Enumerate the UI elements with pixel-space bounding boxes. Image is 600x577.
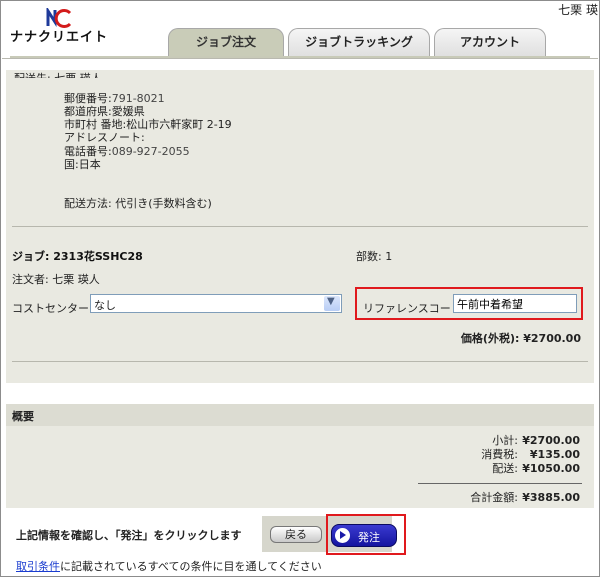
orderer-label: 注文者: (12, 273, 49, 286)
country-label: 国: (64, 158, 79, 171)
copies-label: 部数: (356, 250, 382, 263)
reference-code-label: リファレンスコード: (363, 302, 466, 315)
chevron-down-icon[interactable]: ▼ (324, 296, 340, 311)
confirm-instruction: 上記情報を確認し、「発注」をクリックします (16, 529, 242, 542)
order-button-label: 発注 (358, 531, 380, 544)
job-title-label: ジョブ: (12, 250, 50, 263)
cost-center-select[interactable]: なし ▼ (90, 294, 342, 313)
country-value: 日本 (78, 158, 101, 171)
cost-center-label: コストセンター: (12, 302, 93, 315)
terms-text: に記載されているすべての条件に目を通してください (60, 560, 322, 573)
logo-wordmark: ナナクリエイト (10, 30, 109, 45)
phone-value: 089-927-2055 (111, 145, 190, 158)
terms-notice: 取引条件に記載されているすべての条件に目を通してください (16, 558, 322, 574)
shipping-method-value: 代引き(手数料含む) (115, 197, 212, 210)
section-divider (12, 226, 588, 227)
country-row: 国:日本 (64, 156, 101, 172)
copies-value: 1 (385, 250, 393, 263)
tab-job-order[interactable]: ジョブ注文 (168, 28, 284, 58)
total-row: 合計金額: ¥3885.00 (470, 489, 580, 505)
tab-account[interactable]: アカウント (434, 28, 546, 58)
header-divider (2, 58, 598, 59)
total-label: 合計金額: (470, 491, 518, 504)
cost-center-value: なし (94, 299, 116, 312)
terms-link[interactable]: 取引条件 (16, 560, 60, 573)
logo: ナナクリエイト (10, 8, 135, 45)
order-detail-panel: 配送先: 七栗 瑛人 郵便番号:791-8021 都道府県:愛媛県 市町村 番地… (6, 70, 594, 383)
summary-header: 概要 (6, 404, 594, 426)
summary-panel: 小計: ¥2700.00 消費税: ¥135.00 配送: ¥1050.00 合計金額… (6, 426, 594, 508)
order-button[interactable]: 発注 (331, 524, 397, 547)
section-divider-bottom (12, 361, 588, 362)
back-button[interactable]: 戻る (270, 526, 322, 543)
price-value: ¥2700.00 (523, 332, 581, 345)
copies: 部数: 1 (356, 248, 392, 264)
price: 価格(外税): ¥2700.00 (461, 330, 581, 346)
orderer: 注文者: 七栗 瑛人 (12, 271, 100, 287)
total-value: ¥3885.00 (522, 491, 580, 504)
shipping-method-row: 配送方法: 代引き(手数料含む) (64, 195, 212, 211)
summary-title: 概要 (12, 410, 34, 423)
user-name: 七栗 瑛 (558, 3, 598, 17)
shipping-method-label: 配送方法: (64, 197, 112, 210)
job-title: ジョブ: 2313花SSHC28 (12, 248, 143, 264)
total-divider (418, 483, 582, 484)
shipping-fee-value: ¥1050.00 (522, 462, 580, 475)
shipping-heading: 配送先: 七栗 瑛人 (14, 70, 134, 78)
orderer-value: 七栗 瑛人 (52, 273, 100, 286)
job-title-value: 2313花SSHC28 (53, 250, 143, 263)
reference-code-highlight: リファレンスコード: (355, 287, 583, 320)
reference-code-input[interactable] (453, 294, 577, 313)
price-label: 価格(外税): (460, 332, 520, 345)
shipping-fee-label: 配送: (492, 462, 518, 475)
shipping-fee-row: 配送: ¥1050.00 (492, 460, 580, 476)
play-icon (335, 528, 350, 543)
logo-mark-icon (46, 8, 72, 28)
tab-job-tracking[interactable]: ジョブトラッキング (288, 28, 430, 58)
